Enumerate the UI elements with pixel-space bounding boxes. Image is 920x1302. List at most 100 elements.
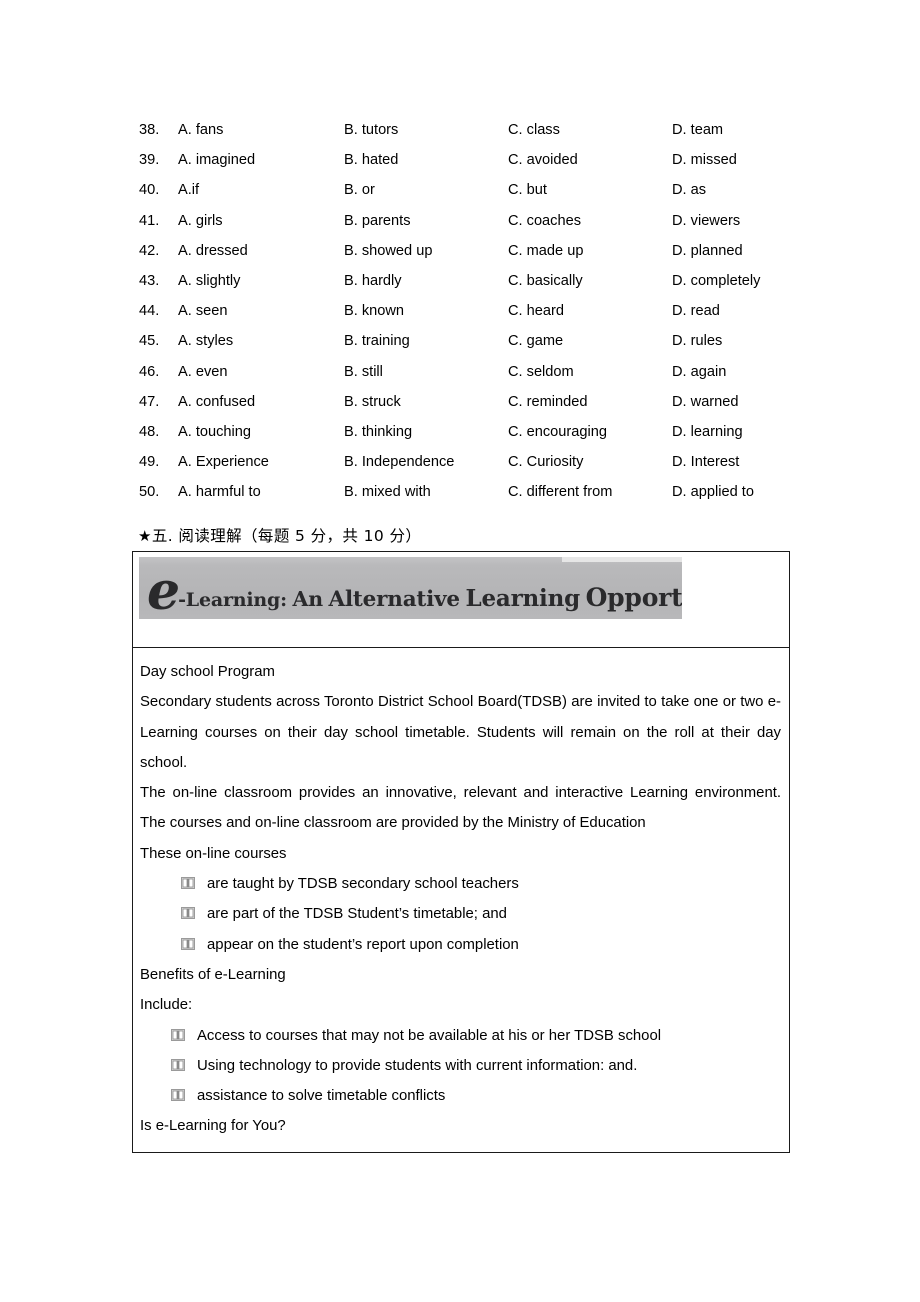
question-row: 48. A. touching B. thinking C. encouragi… <box>139 417 779 447</box>
open-book-icon <box>181 937 195 950</box>
list-item: Access to courses that may not be availa… <box>171 1021 781 1051</box>
list-item-label: Access to courses that may not be availa… <box>197 1027 662 1044</box>
reading-passage-table: e-Learning: An Alternative Learning Oppo… <box>132 551 790 1153</box>
question-number: 44. <box>139 303 160 320</box>
option-a[interactable]: A. girls <box>178 206 223 236</box>
question-number: 50. <box>139 484 160 501</box>
question-number: 49. <box>139 454 160 471</box>
banner-word-1: -Learning: <box>178 589 287 611</box>
option-a[interactable]: A. dressed <box>178 236 248 266</box>
option-d[interactable]: D. warned <box>672 387 739 417</box>
question-row: 45. A. styles B. training C. game D. rul… <box>139 326 779 356</box>
option-b[interactable]: B. Independence <box>344 447 454 477</box>
option-c[interactable]: C. heard <box>508 296 564 326</box>
banner-title: e-Learning: An Alternative Learning Oppo… <box>147 566 682 618</box>
banner-word-4: Learning <box>465 585 580 612</box>
option-d[interactable]: D. viewers <box>672 206 740 236</box>
option-a[interactable]: A. harmful to <box>178 477 261 507</box>
option-c[interactable]: C. basically <box>508 266 583 296</box>
option-a[interactable]: A. fans <box>178 115 223 145</box>
list-item-label: are taught by TDSB secondary school teac… <box>207 876 519 893</box>
elearning-banner-image: e-Learning: An Alternative Learning Oppo… <box>139 557 682 619</box>
courses-bullet-list: are taught by TDSB secondary school teac… <box>140 869 781 960</box>
option-d[interactable]: D. rules <box>672 326 722 356</box>
question-number: 47. <box>139 393 160 410</box>
open-book-icon <box>181 877 195 890</box>
option-b[interactable]: B. mixed with <box>344 477 431 507</box>
list-item: are taught by TDSB secondary school teac… <box>181 869 781 899</box>
section-heading-label: 五. 阅读理解（每题 5 分，共 10 分） <box>151 527 422 545</box>
option-c[interactable]: C. seldom <box>508 357 574 387</box>
option-b[interactable]: B. still <box>344 357 383 387</box>
banner-e-letter: e <box>147 561 180 619</box>
option-a[interactable]: A. imagined <box>178 145 255 175</box>
passage-body-cell: Day school Program Secondary students ac… <box>133 648 789 1153</box>
paragraph-2: The on-line classroom provides an innova… <box>140 785 781 832</box>
question-row: 43. A. slightly B. hardly C. basically D… <box>139 266 779 296</box>
option-a[interactable]: A. slightly <box>178 266 240 296</box>
question-number: 40. <box>139 182 160 199</box>
section-heading: ★五. 阅读理解（每题 5 分，共 10 分） <box>138 526 421 546</box>
question-number: 45. <box>139 333 160 350</box>
option-d[interactable]: D. learning <box>672 417 743 447</box>
question-number: 43. <box>139 272 160 289</box>
option-d[interactable]: D. team <box>672 115 723 145</box>
option-d[interactable]: D. applied to <box>672 477 754 507</box>
option-b[interactable]: B. showed up <box>344 236 432 266</box>
option-c[interactable]: C. different from <box>508 477 612 507</box>
question-row: 49. A. Experience B. Independence C. Cur… <box>139 447 779 477</box>
banner-word-3: Alternative <box>328 587 460 612</box>
question-row: 38. A. fans B. tutors C. class D. team <box>139 115 779 145</box>
open-book-icon <box>171 1058 185 1071</box>
question-row: 40. A.if B. or C. but D. as <box>139 175 779 205</box>
option-a[interactable]: A. even <box>178 357 228 387</box>
question-row: 47. A. confused B. struck C. reminded D.… <box>139 387 779 417</box>
closing-question: Is e-Learning for You? <box>140 1118 286 1135</box>
option-d[interactable]: D. completely <box>672 266 760 296</box>
passage-banner-cell: e-Learning: An Alternative Learning Oppo… <box>133 552 789 648</box>
option-c[interactable]: C. made up <box>508 236 583 266</box>
option-b[interactable]: B. known <box>344 296 404 326</box>
benefits-bullet-list: Access to courses that may not be availa… <box>140 1021 781 1112</box>
option-a[interactable]: A. seen <box>178 296 228 326</box>
option-c[interactable]: C. reminded <box>508 387 588 417</box>
list-item: assistance to solve timetable conflicts <box>171 1081 781 1111</box>
option-d[interactable]: D. planned <box>672 236 743 266</box>
option-d[interactable]: D. missed <box>672 145 737 175</box>
option-b[interactable]: B. tutors <box>344 115 398 145</box>
option-a[interactable]: A. confused <box>178 387 255 417</box>
option-c[interactable]: C. but <box>508 175 547 205</box>
heading-these-online-courses: These on-line courses <box>140 845 287 862</box>
question-number: 48. <box>139 423 160 440</box>
option-d[interactable]: D. again <box>672 357 726 387</box>
option-b[interactable]: B. hardly <box>344 266 402 296</box>
option-c[interactable]: C. Curiosity <box>508 447 583 477</box>
question-number: 41. <box>139 212 160 229</box>
question-row: 50. A. harmful to B. mixed with C. diffe… <box>139 477 779 507</box>
option-b[interactable]: B. thinking <box>344 417 412 447</box>
option-c[interactable]: C. coaches <box>508 206 581 236</box>
option-d[interactable]: D. read <box>672 296 720 326</box>
option-c[interactable]: C. encouraging <box>508 417 607 447</box>
option-a[interactable]: A. touching <box>178 417 251 447</box>
heading-day-school-program: Day school Program <box>140 664 275 680</box>
star-icon: ★ <box>138 527 152 545</box>
option-b[interactable]: B. struck <box>344 387 401 417</box>
banner-word-2: An <box>292 587 323 611</box>
option-c[interactable]: C. game <box>508 326 563 356</box>
option-b[interactable]: B. training <box>344 326 410 356</box>
list-item-label: Using technology to provide students wit… <box>197 1057 638 1074</box>
option-a[interactable]: A. Experience <box>178 447 269 477</box>
question-number: 42. <box>139 242 160 259</box>
option-c[interactable]: C. class <box>508 115 560 145</box>
option-b[interactable]: B. parents <box>344 206 411 236</box>
question-number: 38. <box>139 122 160 138</box>
option-a[interactable]: A.if <box>178 175 199 205</box>
open-book-icon <box>171 1028 185 1041</box>
option-d[interactable]: D. as <box>672 175 706 205</box>
option-b[interactable]: B. or <box>344 175 375 205</box>
option-b[interactable]: B. hated <box>344 145 398 175</box>
option-a[interactable]: A. styles <box>178 326 233 356</box>
option-d[interactable]: D. Interest <box>672 447 739 477</box>
option-c[interactable]: C. avoided <box>508 145 578 175</box>
